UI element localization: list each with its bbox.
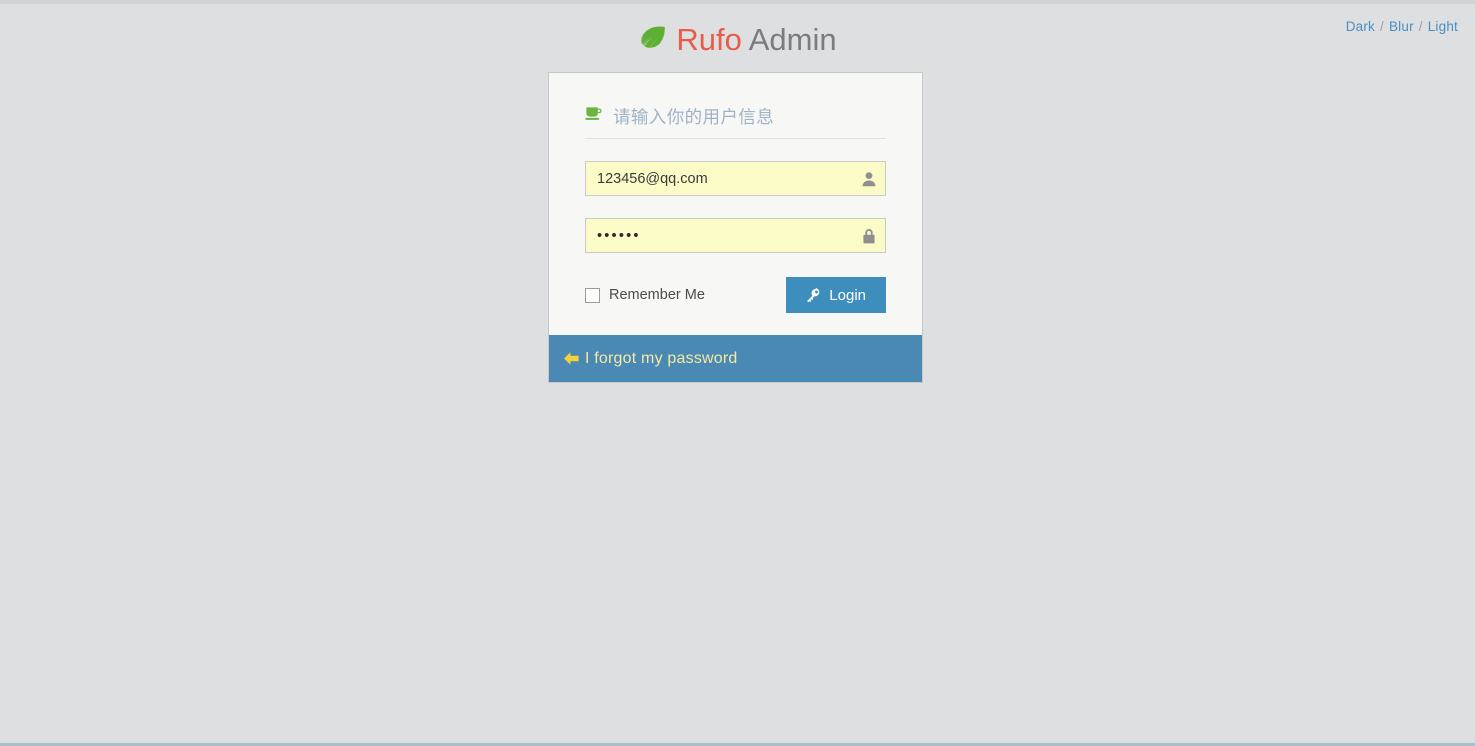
login-card-title: 请输入你的用户信息 xyxy=(613,107,775,127)
arrow-left-icon xyxy=(563,351,580,366)
key-icon xyxy=(806,287,821,303)
app-logo: Rufo Admin xyxy=(0,21,1475,63)
login-card: 请输入你的用户信息 •••••• Remem xyxy=(548,72,923,335)
logo-brand-primary: Rufo xyxy=(676,22,742,57)
login-card-header: 请输入你的用户信息 xyxy=(585,73,886,139)
coffee-icon xyxy=(585,105,604,129)
password-field: •••••• xyxy=(585,218,886,253)
forgot-password-label: I forgot my password xyxy=(585,349,738,367)
top-accent-strip xyxy=(0,0,1475,4)
login-panel: 请输入你的用户信息 •••••• Remem xyxy=(548,72,923,383)
login-button-label: Login xyxy=(829,286,866,304)
email-field xyxy=(585,161,886,196)
login-actions-row: Remember Me Login xyxy=(585,277,886,313)
remember-me-control[interactable]: Remember Me xyxy=(585,287,705,303)
email-input[interactable] xyxy=(585,161,886,196)
leaf-icon xyxy=(638,24,668,63)
remember-me-label: Remember Me xyxy=(609,287,705,303)
logo-brand-secondary: Admin xyxy=(748,22,837,57)
remember-me-checkbox[interactable] xyxy=(585,287,600,303)
login-button[interactable]: Login xyxy=(786,277,886,313)
password-input[interactable]: •••••• xyxy=(585,218,886,253)
forgot-password-bar[interactable]: I forgot my password xyxy=(548,335,923,383)
